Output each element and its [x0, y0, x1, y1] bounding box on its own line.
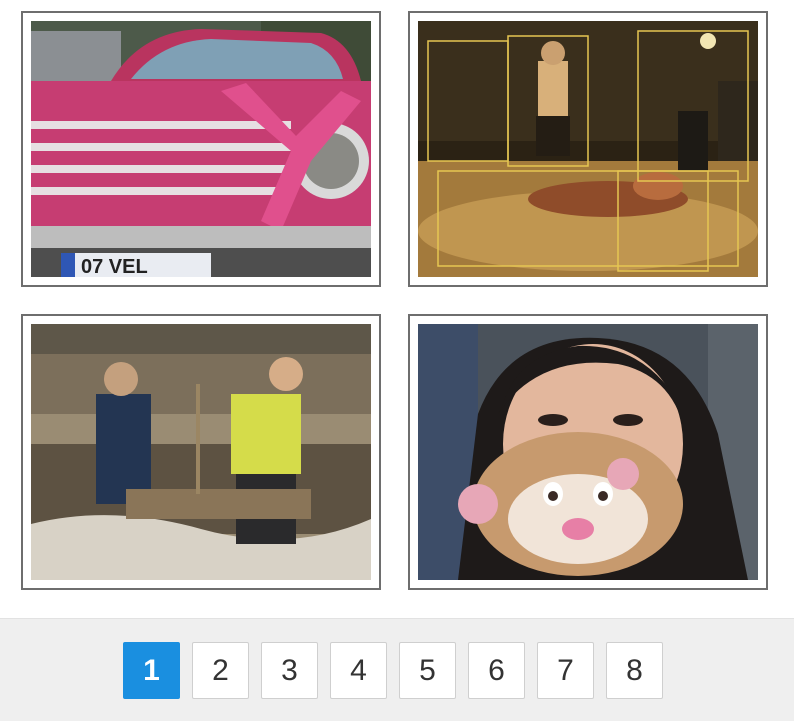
page-button-2[interactable]: 2 — [192, 642, 249, 699]
page-button-8[interactable]: 8 — [606, 642, 663, 699]
pagination: 1 2 3 4 5 6 7 8 — [123, 642, 663, 699]
page-button-7[interactable]: 7 — [537, 642, 594, 699]
page-button-4[interactable]: 4 — [330, 642, 387, 699]
pink-car-photo: 07 VEL — [31, 21, 371, 277]
gallery-thumbnail-1[interactable]: 07 VEL — [21, 11, 381, 287]
page-button-6[interactable]: 6 — [468, 642, 525, 699]
pagination-bar: 1 2 3 4 5 6 7 8 — [0, 618, 794, 721]
page-button-5[interactable]: 5 — [399, 642, 456, 699]
page-button-3[interactable]: 3 — [261, 642, 318, 699]
gallery-thumbnail-4[interactable] — [408, 314, 768, 590]
digging-men-photo — [31, 324, 371, 580]
image-gallery: 07 VEL — [0, 0, 794, 618]
svg-text:07 VEL: 07 VEL — [81, 256, 148, 277]
gallery-thumbnail-2[interactable] — [408, 11, 768, 287]
page-button-1[interactable]: 1 — [123, 642, 180, 699]
gallery-thumbnail-3[interactable] — [21, 314, 381, 590]
masked-woman-photo — [418, 324, 758, 580]
night-street-photo — [418, 21, 758, 277]
